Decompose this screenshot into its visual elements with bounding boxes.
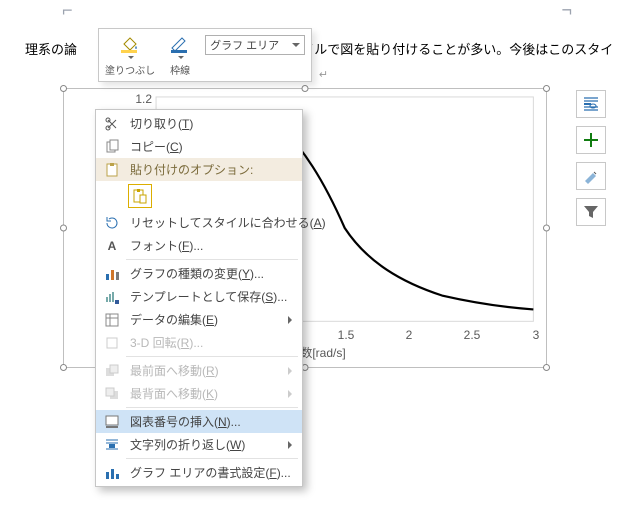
text-wrap-icon: [102, 436, 122, 454]
rotate-3d-icon: [102, 334, 122, 352]
chart-elements-button[interactable]: [576, 126, 606, 154]
menu-insert-caption[interactable]: 図表番号の挿入(N)...: [96, 410, 302, 433]
scissors-icon: [102, 115, 122, 133]
menu-send-back: 最背面へ移動(K): [96, 382, 302, 405]
mini-toolbar: 塗りつぶし 枠線 グラフ エリア: [98, 28, 312, 82]
paint-bucket-icon: [117, 33, 143, 55]
menu-text-wrap[interactable]: 文字列の折り返し(W): [96, 433, 302, 456]
send-back-icon: [102, 385, 122, 403]
shape-fill-label: 塗りつぶし: [105, 62, 155, 77]
resize-handle[interactable]: [543, 85, 550, 92]
chart-filters-button[interactable]: [576, 198, 606, 226]
resize-handle[interactable]: [60, 364, 67, 371]
resize-handle[interactable]: [60, 85, 67, 92]
resize-handle[interactable]: [543, 364, 550, 371]
menu-reset-style[interactable]: リセットしてスタイルに合わせる(A): [96, 211, 302, 234]
chart-styles-button[interactable]: [576, 162, 606, 190]
chart-element-combo[interactable]: グラフ エリア: [205, 35, 305, 55]
context-menu: 切り取り(T) コピー(C) 貼り付けのオプション: リセットしてスタイルに合わ…: [95, 109, 303, 487]
menu-format-chart-area[interactable]: グラフ エリアの書式設定(F)...: [96, 461, 302, 484]
menu-bring-front: 最前面へ移動(R): [96, 359, 302, 382]
chevron-down-icon: [292, 43, 300, 47]
menu-separator: [126, 259, 298, 260]
edit-data-icon: [102, 311, 122, 329]
menu-separator: [126, 458, 298, 459]
menu-save-template[interactable]: テンプレートとして保存(S)...: [96, 285, 302, 308]
menu-font[interactable]: A フォント(F)...: [96, 234, 302, 257]
format-area-icon: [102, 464, 122, 482]
bring-front-icon: [102, 362, 122, 380]
chart-type-icon: [102, 265, 122, 283]
x-tick: 1.5: [338, 328, 355, 342]
menu-paste-options-header: 貼り付けのオプション:: [96, 158, 302, 181]
resize-handle[interactable]: [543, 225, 550, 232]
shape-outline-label: 枠線: [170, 62, 190, 77]
submenu-arrow-icon: [288, 390, 292, 398]
layout-options-button[interactable]: [576, 90, 606, 118]
menu-change-chart-type[interactable]: グラフの種類の変更(Y)...: [96, 262, 302, 285]
submenu-arrow-icon: [288, 367, 292, 375]
pen-icon: [167, 33, 193, 55]
menu-separator: [126, 407, 298, 408]
menu-separator: [126, 356, 298, 357]
y-tick: 1.2: [135, 92, 152, 106]
paste-keep-source-icon: [128, 184, 152, 208]
menu-paste-option[interactable]: [96, 181, 302, 211]
save-template-icon: [102, 288, 122, 306]
copy-icon: [102, 138, 122, 156]
x-tick: 2.5: [464, 328, 481, 342]
reset-icon: [102, 214, 122, 232]
caption-icon: [102, 413, 122, 431]
menu-cut[interactable]: 切り取り(T): [96, 112, 302, 135]
submenu-arrow-icon: [288, 441, 292, 449]
resize-handle[interactable]: [60, 225, 67, 232]
clipboard-icon: [102, 161, 122, 179]
crop-mark-tr: ¬: [561, 0, 572, 21]
x-tick: 2: [406, 328, 413, 342]
crop-mark-tl: ⌐: [62, 0, 73, 21]
menu-edit-data[interactable]: データの編集(E): [96, 308, 302, 331]
resize-handle[interactable]: [302, 85, 309, 92]
submenu-arrow-icon: [288, 316, 292, 324]
x-tick: 3: [533, 328, 540, 342]
font-icon: A: [102, 237, 122, 255]
combo-selected: グラフ エリア: [210, 37, 279, 53]
shape-fill-button[interactable]: 塗りつぶし: [99, 29, 161, 79]
shape-outline-button[interactable]: 枠線: [161, 29, 199, 79]
menu-3d-rotation: 3-D 回転(R)...: [96, 331, 302, 354]
menu-copy[interactable]: コピー(C): [96, 135, 302, 158]
